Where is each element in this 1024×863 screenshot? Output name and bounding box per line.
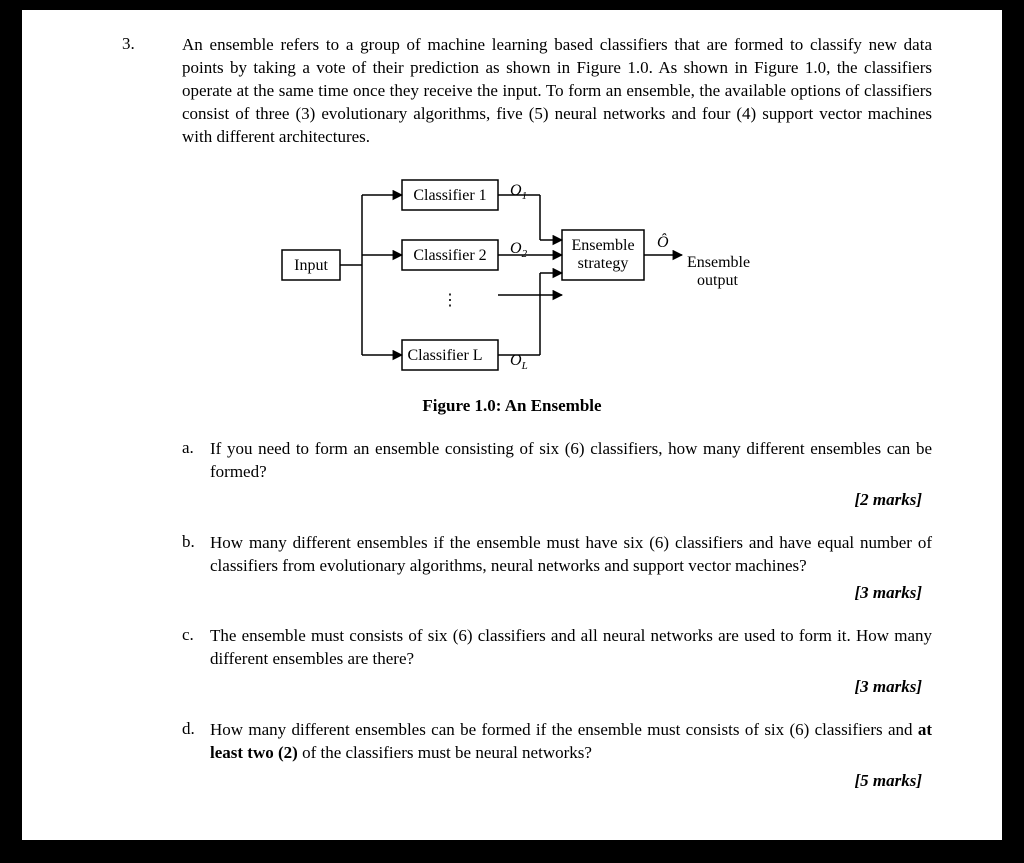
subquestion-c-text: The ensemble must consists of six (6) cl… bbox=[210, 625, 932, 671]
subquestion-c: c. The ensemble must consists of six (6)… bbox=[182, 625, 932, 671]
subquestion-c-label: c. bbox=[182, 625, 210, 645]
diagram-classifier1-label: Classifier 1 bbox=[413, 187, 486, 204]
subquestion-a-marks: [2 marks] bbox=[182, 490, 922, 510]
question-intro: An ensemble refers to a group of machine… bbox=[182, 34, 932, 149]
diagram-input-label: Input bbox=[294, 257, 328, 274]
diagram-o1: O1 bbox=[510, 182, 527, 202]
diagram-ohat: Ô bbox=[657, 232, 669, 251]
diagram-ensemble-line1: Ensemble bbox=[571, 237, 634, 254]
subquestion-d: d. How many different ensembles can be f… bbox=[182, 719, 932, 765]
diagram-ensemble-line2: strategy bbox=[578, 255, 629, 272]
subquestion-c-marks: [3 marks] bbox=[182, 677, 922, 697]
subquestion-b-marks: [3 marks] bbox=[182, 583, 922, 603]
subquestion-a-text: If you need to form an ensemble consisti… bbox=[210, 438, 932, 484]
diagram-o2: O2 bbox=[510, 240, 528, 260]
subquestion-d-marks: [5 marks] bbox=[182, 771, 922, 791]
diagram-output-line2: output bbox=[697, 272, 738, 289]
subquestion-d-label: d. bbox=[182, 719, 210, 739]
subquestion-b: b. How many different ensembles if the e… bbox=[182, 532, 932, 578]
page: 3. An ensemble refers to a group of mach… bbox=[22, 10, 1002, 840]
diagram-classifier2-label: Classifier 2 bbox=[413, 247, 486, 264]
subquestion-b-text: How many different ensembles if the ense… bbox=[210, 532, 932, 578]
figure-caption: Figure 1.0: An Ensemble bbox=[82, 396, 942, 416]
diagram-classifierL-label: Classifier L bbox=[407, 347, 482, 364]
subquestion-a: a. If you need to form an ensemble consi… bbox=[182, 438, 932, 484]
subquestion-d-text: How many different ensembles can be form… bbox=[210, 719, 932, 765]
diagram-vdots: ⋮ bbox=[442, 292, 458, 309]
subquestion-b-label: b. bbox=[182, 532, 210, 552]
question-number: 3. bbox=[122, 34, 135, 54]
subquestion-list: a. If you need to form an ensemble consi… bbox=[182, 438, 932, 792]
subquestion-a-label: a. bbox=[182, 438, 210, 458]
ensemble-diagram: Input Classifier 1 Classifier 2 ⋮ Classi… bbox=[262, 165, 762, 390]
diagram-output-line1: Ensemble bbox=[687, 254, 750, 271]
